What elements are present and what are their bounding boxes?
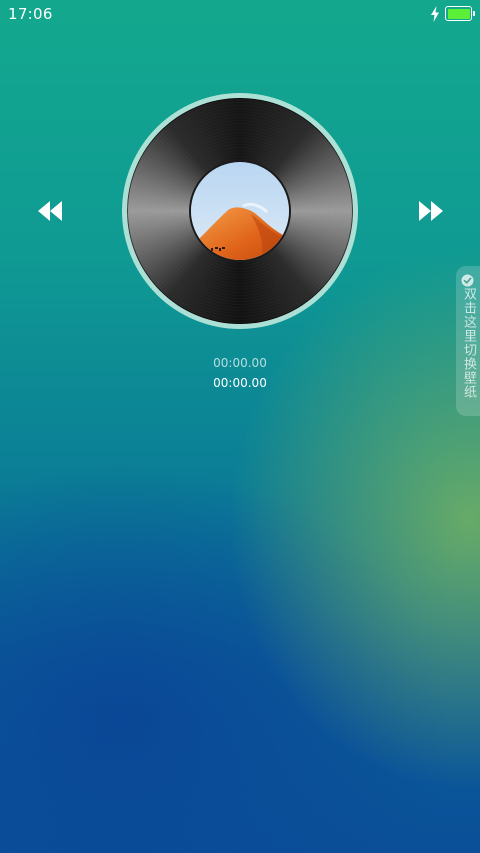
vinyl-disc <box>127 98 353 324</box>
switch-wallpaper-label: 双击这里切换壁纸 <box>461 287 476 399</box>
charging-bolt-icon <box>430 6 440 22</box>
elapsed-time: 00:00.00 <box>213 356 267 370</box>
check-circle-icon <box>461 272 474 287</box>
switch-wallpaper-tab[interactable]: 双击这里切换壁纸 <box>456 266 480 416</box>
battery-icon <box>445 6 475 21</box>
rewind-button[interactable] <box>37 199 63 223</box>
fast-forward-button[interactable] <box>418 199 444 223</box>
status-time: 17:06 <box>8 5 53 23</box>
battery-level-fill <box>447 8 470 19</box>
vinyl-record[interactable] <box>122 93 358 329</box>
total-time: 00:00.00 <box>213 376 267 390</box>
album-art-image <box>189 160 291 262</box>
fast-forward-icon <box>419 201 443 221</box>
status-bar: 17:06 <box>0 0 480 28</box>
rewind-icon <box>38 201 62 221</box>
